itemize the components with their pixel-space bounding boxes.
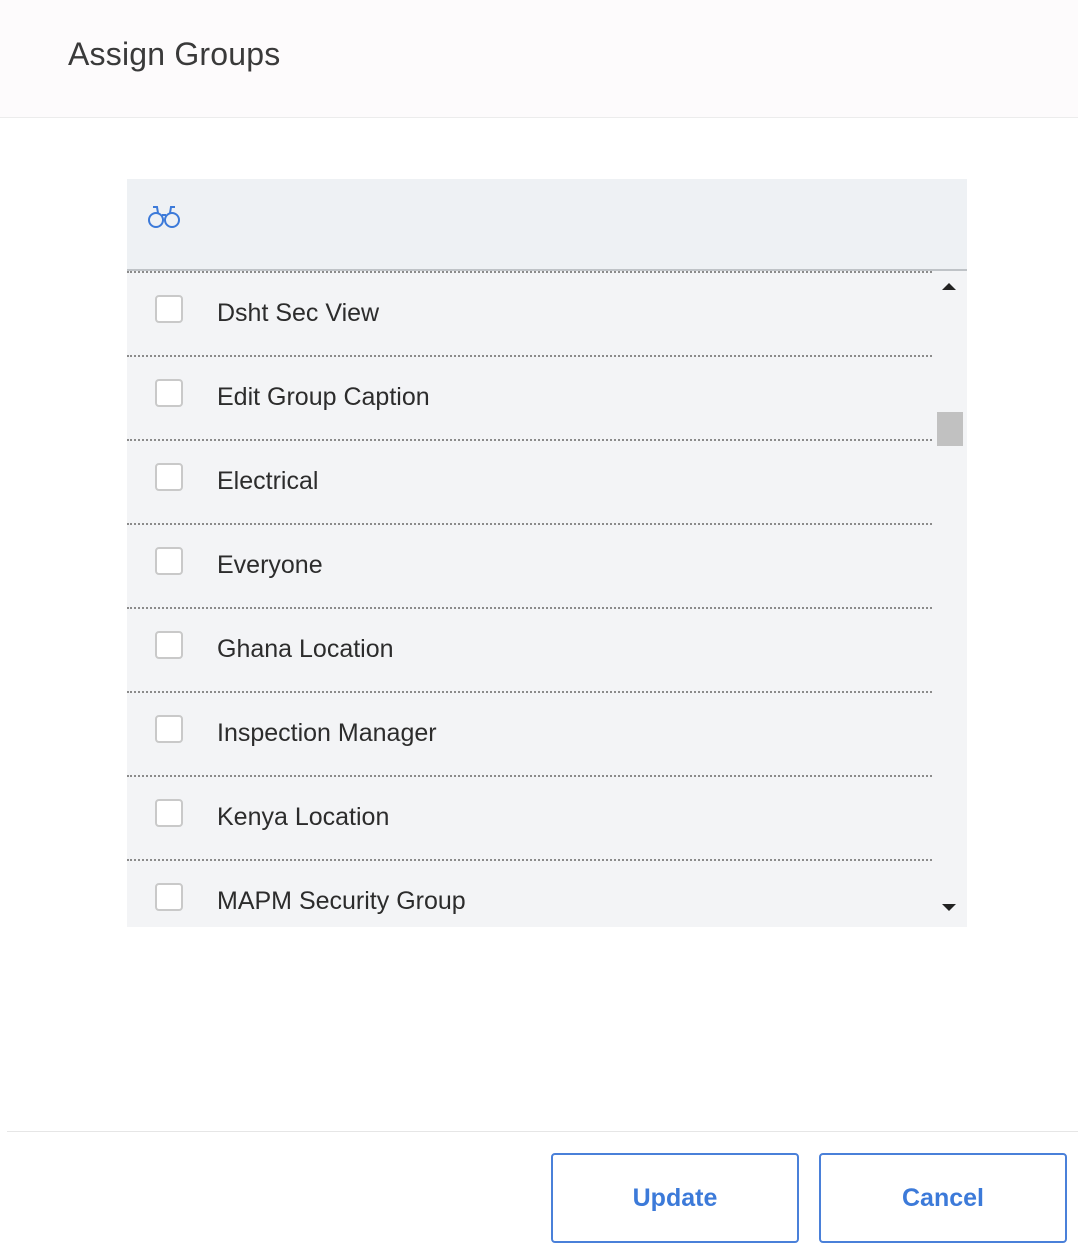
group-list-panel: Dsht Sec View Edit Group Caption Electri… bbox=[127, 179, 967, 927]
checkbox[interactable] bbox=[155, 715, 183, 743]
footer-divider bbox=[7, 1131, 1078, 1132]
dialog-title: Assign Groups bbox=[68, 36, 281, 72]
group-list: Dsht Sec View Edit Group Caption Electri… bbox=[127, 271, 932, 927]
list-item[interactable]: MAPM Security Group bbox=[127, 859, 932, 927]
group-label: Edit Group Caption bbox=[217, 383, 430, 411]
scroll-up-arrow-icon[interactable] bbox=[942, 283, 956, 290]
vertical-scrollbar[interactable] bbox=[932, 271, 967, 927]
group-label: Inspection Manager bbox=[217, 719, 437, 747]
list-item[interactable]: Ghana Location bbox=[127, 607, 932, 691]
list-item[interactable]: Kenya Location bbox=[127, 775, 932, 859]
group-label: Everyone bbox=[217, 551, 323, 579]
update-button[interactable]: Update bbox=[551, 1153, 799, 1243]
scroll-thumb[interactable] bbox=[937, 412, 963, 446]
list-item[interactable]: Electrical bbox=[127, 439, 932, 523]
list-item[interactable]: Dsht Sec View bbox=[127, 271, 932, 355]
dialog-header: Assign Groups bbox=[0, 0, 1078, 118]
group-label: Kenya Location bbox=[217, 803, 390, 831]
list-item[interactable]: Edit Group Caption bbox=[127, 355, 932, 439]
list-item[interactable]: Inspection Manager bbox=[127, 691, 932, 775]
assign-groups-dialog: Assign Groups Dsht Sec View Edit Group C… bbox=[0, 0, 1078, 1243]
checkbox[interactable] bbox=[155, 295, 183, 323]
scroll-down-arrow-icon[interactable] bbox=[942, 904, 956, 911]
group-label: Electrical bbox=[217, 467, 319, 495]
checkbox[interactable] bbox=[155, 463, 183, 491]
search-bar[interactable] bbox=[127, 179, 967, 271]
group-label: Ghana Location bbox=[217, 635, 394, 663]
list-item[interactable]: Everyone bbox=[127, 523, 932, 607]
checkbox[interactable] bbox=[155, 547, 183, 575]
group-label: MAPM Security Group bbox=[217, 887, 466, 915]
checkbox[interactable] bbox=[155, 883, 183, 911]
binoculars-icon[interactable] bbox=[147, 203, 181, 231]
checkbox[interactable] bbox=[155, 799, 183, 827]
checkbox[interactable] bbox=[155, 631, 183, 659]
cancel-button[interactable]: Cancel bbox=[819, 1153, 1067, 1243]
checkbox[interactable] bbox=[155, 379, 183, 407]
group-label: Dsht Sec View bbox=[217, 299, 380, 327]
